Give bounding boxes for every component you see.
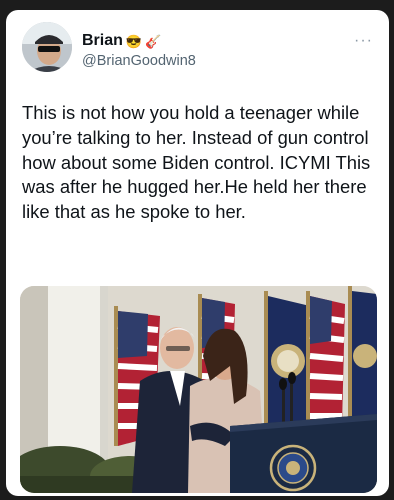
author-name-row[interactable]: Brian 😎 🎸 xyxy=(82,32,161,50)
more-options-icon[interactable]: ··· xyxy=(354,32,373,50)
user-avatar-icon xyxy=(22,22,72,72)
author-handle[interactable]: @BrianGoodwin8 xyxy=(82,53,196,69)
presidential-podium xyxy=(230,414,377,493)
tweet-text: This is not how you hold a teenager whil… xyxy=(22,102,371,223)
guitar-emoji-icon: 🎸 xyxy=(145,33,162,49)
author-display-name[interactable]: Brian xyxy=(82,32,123,50)
author-avatar[interactable] xyxy=(22,22,72,72)
sunglasses-emoji-icon: 😎 xyxy=(125,33,143,49)
photo-image xyxy=(20,286,377,493)
tweet-photo[interactable] xyxy=(20,286,377,493)
flag-far-right xyxy=(348,286,377,436)
flag-presidential xyxy=(264,291,310,441)
tweet-card[interactable]: Brian 😎 🎸 @BrianGoodwin8 ··· This is not… xyxy=(6,10,389,496)
